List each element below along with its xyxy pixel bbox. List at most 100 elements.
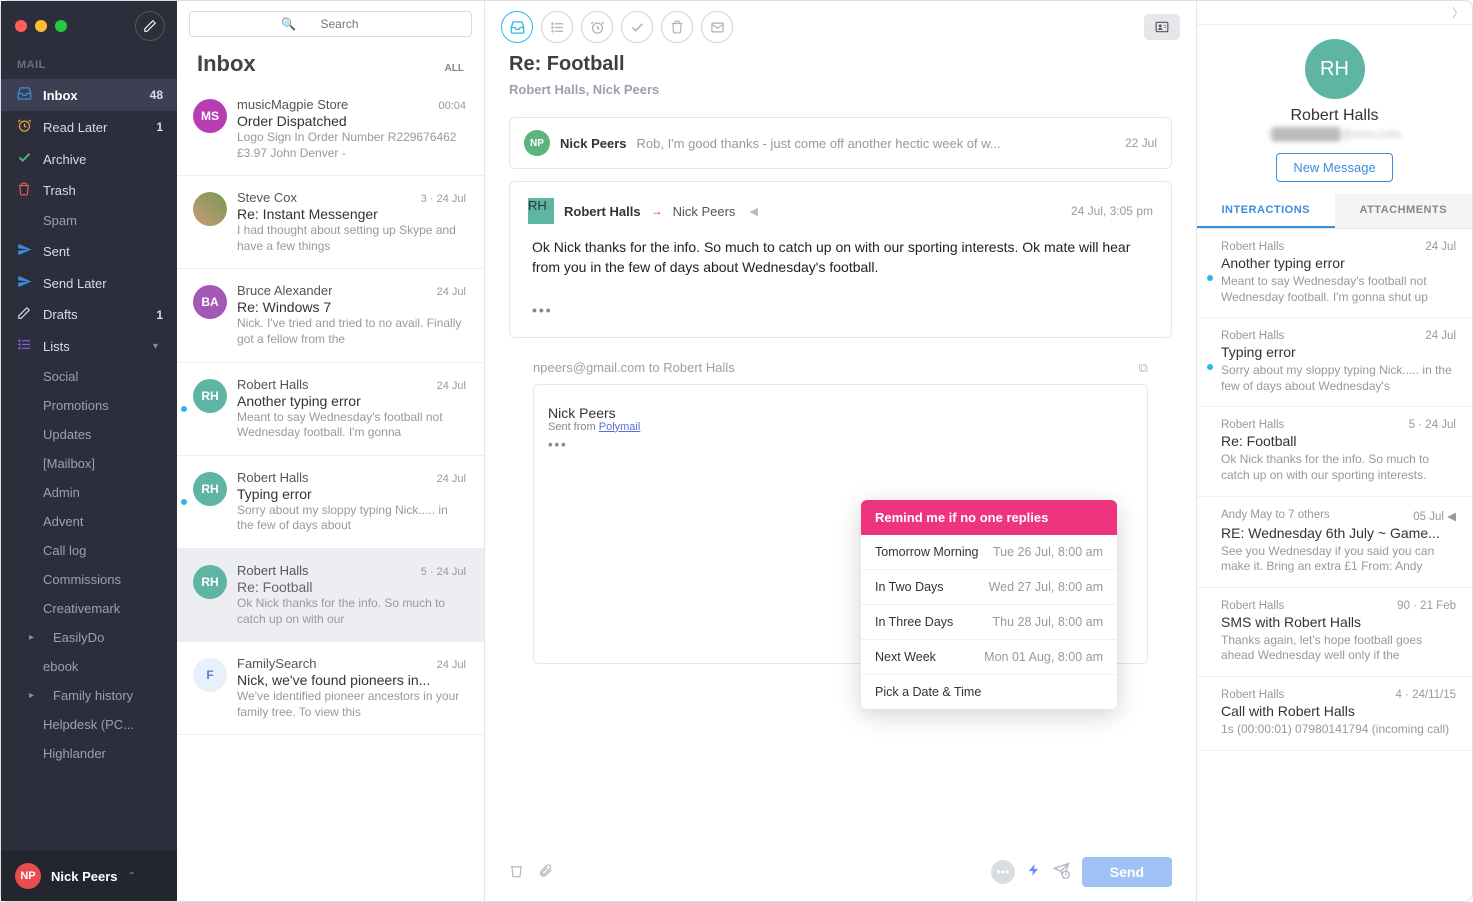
interaction-item[interactable]: Robert Halls5 · 24 JulRe: FootballOk Nic… <box>1197 407 1472 496</box>
interaction-meta: 5 · 24 Jul <box>1409 419 1456 431</box>
reply-indicator-icon: ◀ <box>749 205 757 218</box>
trash-tool-icon[interactable] <box>661 11 693 43</box>
list-tool-icon[interactable] <box>541 11 573 43</box>
sidebar-item-helpdesk-pc-[interactable]: Helpdesk (PC... <box>1 710 177 739</box>
send-later-icon[interactable] <box>1053 862 1070 883</box>
sidebar-item-sent[interactable]: Sent <box>1 235 177 267</box>
sidebar-item-promotions[interactable]: Promotions <box>1 391 177 420</box>
message-list-item[interactable]: RHRobert Halls24 JulAnother typing error… <box>177 363 484 456</box>
sidebar-item-label: Spam <box>43 213 163 228</box>
send-button[interactable]: Send <box>1082 857 1172 887</box>
remind-option[interactable]: Pick a Date & Time <box>861 675 1117 709</box>
sidebar-item-read-later[interactable]: Read Later1 <box>1 111 177 143</box>
sidebar-item-archive[interactable]: Archive <box>1 143 177 175</box>
message-list-item[interactable]: RHRobert Halls5 · 24 JulRe: FootballOk N… <box>177 549 484 642</box>
remind-option-date: Thu 28 Jul, 8:00 am <box>993 615 1103 629</box>
interaction-item[interactable]: Robert Halls4 · 24/11/15Call with Robert… <box>1197 677 1472 751</box>
tracking-icon[interactable]: ••• <box>991 860 1015 884</box>
message-meta: 24 Jul <box>437 473 466 485</box>
spam-tool-icon[interactable] <box>701 11 733 43</box>
inbox-tool-icon[interactable] <box>501 11 533 43</box>
sidebar-item-spam[interactable]: Spam <box>1 206 177 235</box>
remind-icon[interactable] <box>1027 862 1041 882</box>
sidebar-item-updates[interactable]: Updates <box>1 420 177 449</box>
remind-option-label: In Two Days <box>875 580 944 594</box>
collapsed-message[interactable]: NP Nick Peers Rob, I'm good thanks - jus… <box>509 117 1172 169</box>
close-window-icon[interactable] <box>15 20 27 32</box>
message-preview: We've identified pioneer ancestors in yo… <box>237 689 466 720</box>
sidebar-item-ebook[interactable]: ebook <box>1 652 177 681</box>
reader-pane: Re: Football Robert Halls, Nick Peers NP… <box>485 1 1197 901</box>
unread-dot-icon <box>1207 364 1213 370</box>
sidebar-item-commissions[interactable]: Commissions <box>1 565 177 594</box>
sidebar-item-inbox[interactable]: Inbox48 <box>1 79 177 111</box>
reply-compose-area[interactable]: Nick Peers Sent from Polymail ••• Remind… <box>533 384 1148 664</box>
sidebar-item-trash[interactable]: Trash <box>1 175 177 206</box>
remind-option[interactable]: Next WeekMon 01 Aug, 8:00 am <box>861 640 1117 675</box>
remind-option[interactable]: Tomorrow MorningTue 26 Jul, 8:00 am <box>861 535 1117 570</box>
unread-dot-icon <box>181 406 187 412</box>
remind-popup-header: Remind me if no one replies <box>861 500 1117 535</box>
remind-option-label: Pick a Date & Time <box>875 685 981 699</box>
sender-avatar: BA <box>193 285 227 319</box>
message-list-item[interactable]: MSmusicMagpie Store00:04Order Dispatched… <box>177 83 484 176</box>
list-filter-all[interactable]: ALL <box>445 63 464 74</box>
inbox-icon <box>15 86 33 104</box>
discard-draft-icon[interactable] <box>509 863 524 882</box>
tab-interactions[interactable]: INTERACTIONS <box>1197 194 1335 228</box>
new-message-button[interactable]: New Message <box>1276 153 1392 182</box>
collapsed-date: 22 Jul <box>1125 136 1157 150</box>
remind-option[interactable]: In Two DaysWed 27 Jul, 8:00 am <box>861 570 1117 605</box>
sender-avatar: RH <box>193 565 227 599</box>
message-list-item[interactable]: RHRobert Halls24 JulTyping errorSorry ab… <box>177 456 484 549</box>
minimize-window-icon[interactable] <box>35 20 47 32</box>
sidebar-item-lists[interactable]: Lists▾ <box>1 330 177 362</box>
compose-button[interactable] <box>135 11 165 41</box>
quoted-text-toggle[interactable]: ••• <box>548 437 1133 452</box>
sidebar-item-label: Read Later <box>43 120 146 135</box>
sidebar-item-family-history[interactable]: ▸Family history <box>1 681 177 710</box>
contact-panel-toggle[interactable] <box>1144 14 1180 40</box>
sidebar-item-advent[interactable]: Advent <box>1 507 177 536</box>
sidebar-item--mailbox-[interactable]: [Mailbox] <box>1 449 177 478</box>
user-name: Nick Peers <box>51 869 118 884</box>
attachment-icon[interactable] <box>538 863 553 882</box>
account-switcher[interactable]: NP Nick Peers ⌃ <box>1 851 177 901</box>
sidebar-item-label: Sent <box>43 244 163 259</box>
unread-dot-icon <box>181 499 187 505</box>
tab-attachments[interactable]: ATTACHMENTS <box>1335 194 1473 228</box>
chevron-up-down-icon: ⌃ <box>128 871 136 882</box>
sidebar-item-drafts[interactable]: Drafts1 <box>1 299 177 330</box>
message-list-item[interactable]: BABruce Alexander24 JulRe: Windows 7Nick… <box>177 269 484 362</box>
compose-toolbar: ••• Send <box>485 847 1196 901</box>
sidebar-item-call-log[interactable]: Call log <box>1 536 177 565</box>
interaction-item[interactable]: Robert Halls24 JulTyping errorSorry abou… <box>1197 318 1472 407</box>
sidebar-item-easilydo[interactable]: ▸EasilyDo <box>1 623 177 652</box>
collapse-panel-icon[interactable]: 〉 <box>1197 1 1472 25</box>
arrow-right-icon: → <box>651 204 663 218</box>
expanded-sender: Robert Halls <box>564 204 641 219</box>
remind-option-date: Mon 01 Aug, 8:00 am <box>984 650 1103 664</box>
sidebar-item-label: Updates <box>43 427 163 442</box>
sidebar-item-social[interactable]: Social <box>1 362 177 391</box>
interaction-item[interactable]: Andy May to 7 others05 Jul ◀RE: Wednesda… <box>1197 497 1472 588</box>
quoted-text-toggle[interactable]: ••• <box>532 301 1149 321</box>
popout-icon[interactable]: ⧉ <box>1139 360 1148 376</box>
done-tool-icon[interactable] <box>621 11 653 43</box>
message-list-item[interactable]: Steve Cox3 · 24 JulRe: Instant Messenger… <box>177 176 484 269</box>
sidebar-item-highlander[interactable]: Highlander <box>1 739 177 768</box>
remind-option[interactable]: In Three DaysThu 28 Jul, 8:00 am <box>861 605 1117 640</box>
snooze-tool-icon[interactable] <box>581 11 613 43</box>
interaction-preview: Ok Nick thanks for the info. So much to … <box>1221 452 1456 483</box>
sidebar-item-creativemark[interactable]: Creativemark <box>1 594 177 623</box>
search-input[interactable] <box>189 11 472 37</box>
message-subject: Re: Football <box>237 579 466 595</box>
sidebar-item-admin[interactable]: Admin <box>1 478 177 507</box>
maximize-window-icon[interactable] <box>55 20 67 32</box>
interaction-item[interactable]: Robert Halls90 · 21 FebSMS with Robert H… <box>1197 588 1472 677</box>
sender-avatar: NP <box>524 130 550 156</box>
collapsed-preview: Rob, I'm good thanks - just come off ano… <box>637 136 1115 151</box>
interaction-item[interactable]: Robert Halls24 JulAnother typing errorMe… <box>1197 229 1472 318</box>
message-list-item[interactable]: FFamilySearch24 JulNick, we've found pio… <box>177 642 484 735</box>
sidebar-item-send-later[interactable]: Send Later <box>1 267 177 299</box>
